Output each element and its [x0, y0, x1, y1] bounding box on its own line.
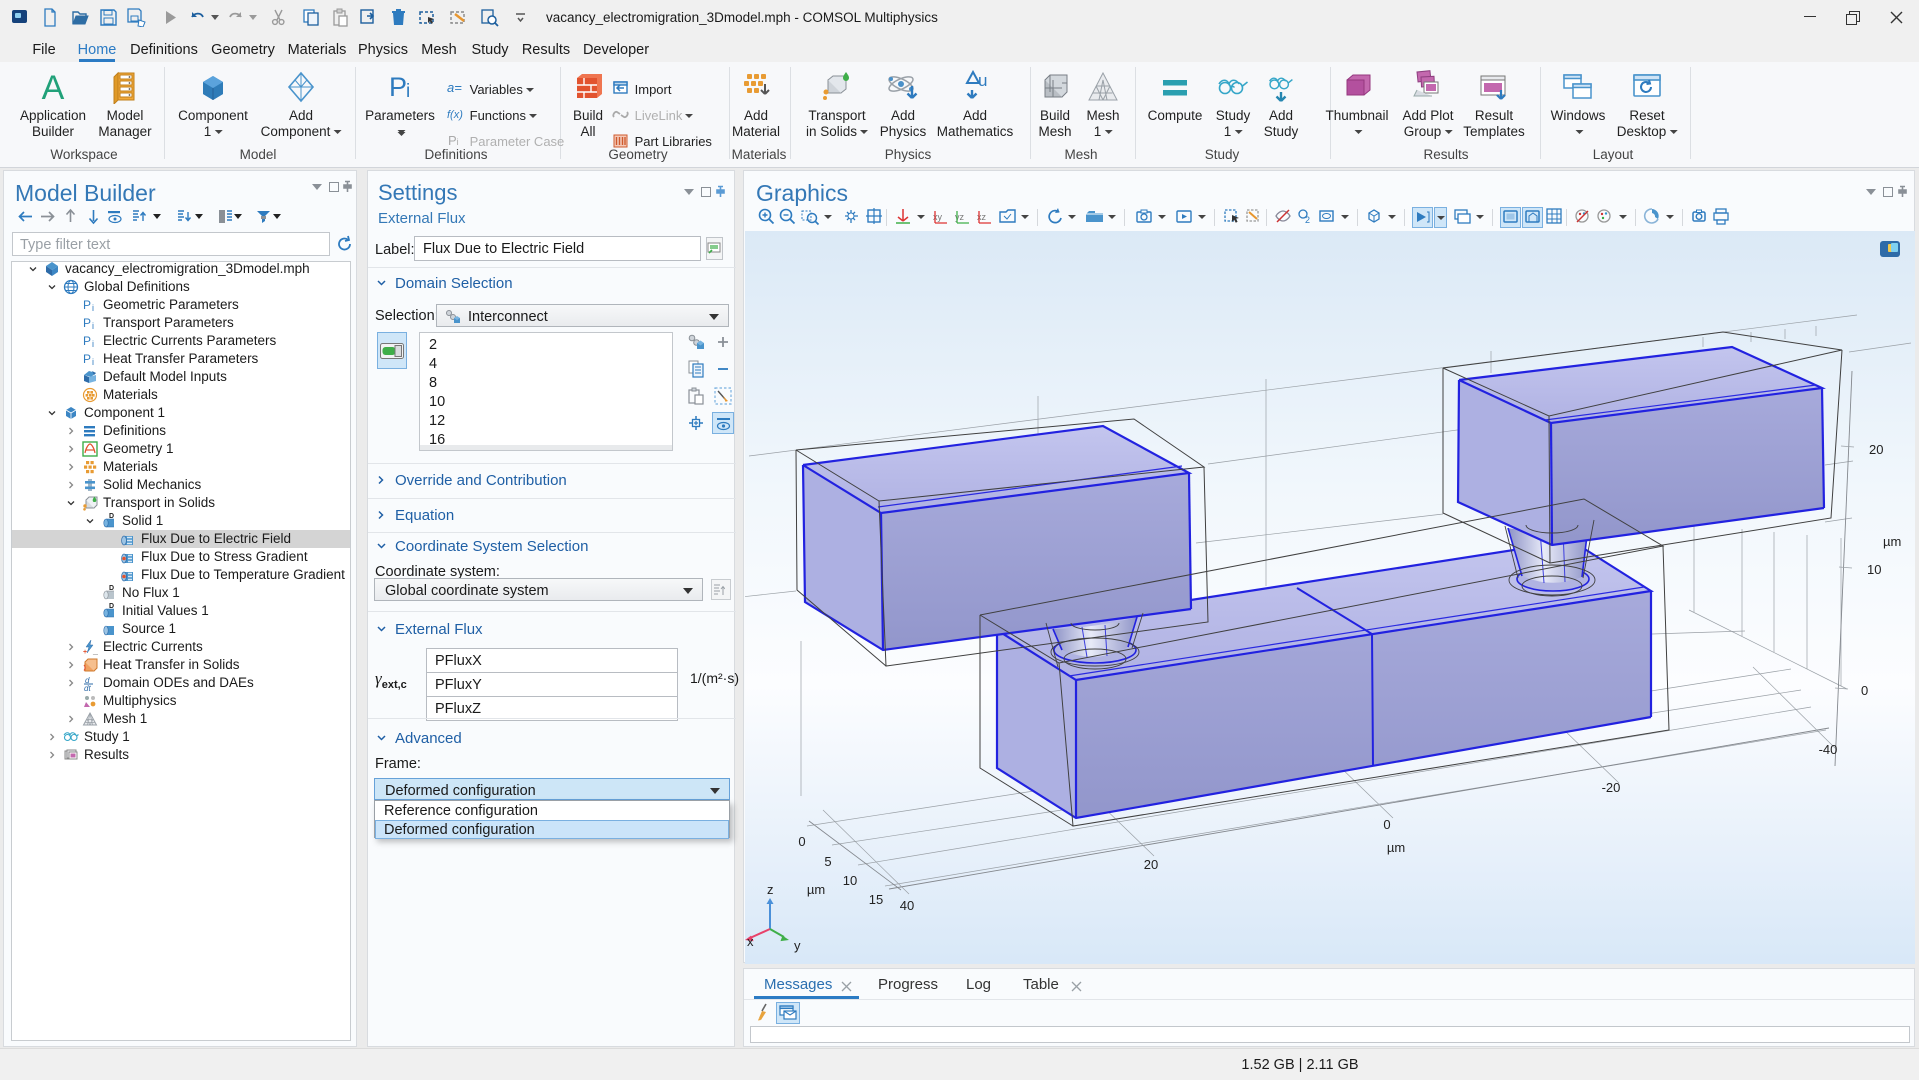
svg-text:P: P	[83, 334, 91, 348]
svg-text:i: i	[406, 81, 410, 102]
svg-text:f(x): f(x)	[447, 109, 463, 121]
svg-text:A: A	[42, 70, 65, 104]
svg-text:i: i	[92, 339, 94, 349]
svg-text:-20: -20	[1602, 780, 1621, 795]
svg-text:D: D	[109, 513, 114, 520]
svg-text:i: i	[92, 357, 94, 367]
svg-text:dt: dt	[84, 684, 91, 691]
svg-text:z: z	[767, 882, 774, 897]
svg-text:y: y	[794, 938, 801, 953]
svg-text:10: 10	[1867, 562, 1881, 577]
svg-text:20: 20	[1869, 442, 1883, 457]
svg-text:u: u	[978, 71, 987, 90]
svg-text:_: _	[92, 646, 98, 655]
svg-text:2: 2	[1305, 215, 1310, 225]
svg-text:40: 40	[900, 898, 914, 913]
svg-text:Pi: Pi	[448, 133, 459, 148]
svg-text:0: 0	[1861, 683, 1868, 698]
svg-text:µm: µm	[807, 882, 825, 897]
svg-text:-40: -40	[1819, 742, 1838, 757]
svg-text:20: 20	[1144, 857, 1158, 872]
svg-text:15: 15	[869, 892, 883, 907]
svg-text:+: +	[83, 649, 87, 655]
svg-text:a=: a=	[447, 80, 462, 95]
svg-text:10: 10	[843, 873, 857, 888]
svg-text:P: P	[83, 298, 91, 312]
svg-text:i: i	[92, 321, 94, 331]
svg-text:µm: µm	[1883, 534, 1901, 549]
svg-text:P: P	[83, 352, 91, 366]
svg-text:5: 5	[824, 854, 831, 869]
svg-text:x: x	[747, 934, 754, 949]
svg-text:P: P	[389, 72, 407, 102]
svg-text:µm: µm	[1387, 840, 1405, 855]
svg-text:0: 0	[798, 834, 805, 849]
svg-text:i: i	[92, 303, 94, 313]
svg-text:P: P	[83, 316, 91, 330]
svg-text:D: D	[109, 603, 114, 610]
svg-text:0: 0	[1383, 817, 1390, 832]
